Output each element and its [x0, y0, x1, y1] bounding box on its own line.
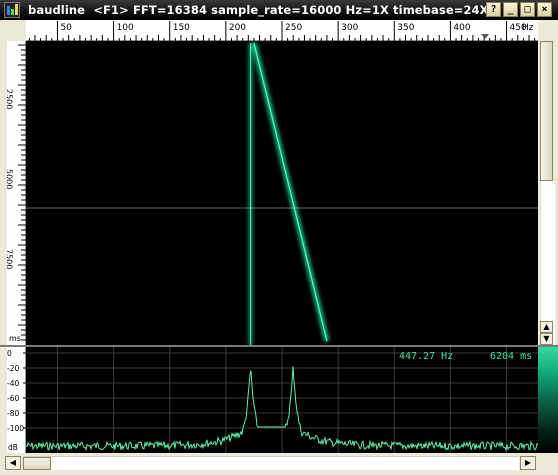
- db-unit-label: dB: [8, 443, 18, 452]
- scroll-left-arrow-icon[interactable]: ◀: [5, 456, 21, 470]
- frequency-ruler[interactable]: 50 100 150 200 250 300 350 400 450 Hz: [26, 20, 538, 41]
- color-aperture-bar[interactable]: [538, 347, 558, 453]
- db-tick-label: 0: [7, 349, 12, 358]
- time-ruler-graphic: 2500 5000 7500 ms: [7, 44, 26, 343]
- time-readout: 6204 ms: [490, 351, 533, 362]
- ruler-corner: [0, 20, 26, 41]
- db-tick-label: -80: [7, 409, 19, 418]
- db-tick-label: -40: [7, 379, 19, 388]
- maximize-button[interactable]: □: [520, 2, 535, 17]
- spectrogram-traces: [249, 42, 330, 345]
- db-tick-label: -60: [7, 394, 19, 403]
- frequency-readout: 447.27 Hz: [399, 351, 454, 362]
- horizontal-scroll-thumb[interactable]: [23, 457, 51, 470]
- scroll-up-arrow-icon[interactable]: ▲: [540, 321, 553, 333]
- spectrum-graphic: [26, 347, 538, 453]
- frequency-unit-label: Hz: [522, 23, 534, 33]
- left-gutter: [0, 41, 7, 345]
- db-tick-label: -20: [7, 364, 19, 373]
- app-logo-icon[interactable]: [4, 2, 20, 18]
- horizontal-scrollbar[interactable]: ◀ ▶: [0, 453, 558, 475]
- spectrogram-display[interactable]: [26, 41, 538, 345]
- window-title-info: <F1> FFT=16384 sample_rate=16000 Hz=1X t…: [93, 3, 489, 17]
- scroll-down-arrow-icon[interactable]: ▼: [540, 333, 553, 345]
- spectrum-display[interactable]: [26, 347, 538, 453]
- frequency-tick-label: 350: [397, 23, 414, 33]
- db-ruler-graphic: 0 -20 -40 -60 -80 -100 dB: [7, 349, 26, 452]
- title-bar[interactable]: baudline <F1> FFT=16384 sample_rate=1600…: [0, 0, 558, 20]
- frequency-ruler-graphic: 50 100 150 200 250 300 350 400 450Hz: [28, 21, 536, 41]
- time-tick-label: 5000: [7, 169, 14, 189]
- time-tick-label: 7500: [7, 249, 14, 269]
- db-tick-label: -100: [7, 424, 24, 433]
- frequency-tick-label: 50: [60, 23, 72, 33]
- spectrum-gutter: [0, 347, 7, 453]
- frequency-cursor-icon: [481, 34, 489, 39]
- window-title-app: baudline: [28, 3, 86, 17]
- sweep-tone-core: [253, 42, 328, 342]
- time-tick-label: 2500: [7, 89, 14, 109]
- frequency-tick-label: 250: [285, 23, 302, 33]
- minimize-button[interactable]: _: [503, 2, 518, 17]
- window-title: baudline <F1> FFT=16384 sample_rate=1600…: [28, 3, 489, 17]
- db-ruler: 0 -20 -40 -60 -80 -100 dB: [7, 347, 26, 453]
- scroll-right-arrow-icon[interactable]: ▶: [520, 456, 536, 470]
- help-button[interactable]: ?: [486, 2, 501, 17]
- frequency-tick-label: 150: [173, 23, 190, 33]
- frequency-tick-label: 100: [117, 23, 134, 33]
- frequency-tick-label: 400: [453, 23, 470, 33]
- spectrogram-graphic: [26, 42, 538, 345]
- horizontal-scroll-track[interactable]: [23, 456, 519, 470]
- time-unit-label: ms: [9, 334, 21, 343]
- baudline-window: baudline <F1> FFT=16384 sample_rate=1600…: [0, 0, 558, 475]
- vertical-scrollbar[interactable]: ▲ ▼: [538, 41, 558, 356]
- frequency-tick-label: 200: [229, 23, 246, 33]
- time-ruler[interactable]: 2500 5000 7500 ms: [7, 41, 26, 345]
- frequency-tick-label: 300: [341, 23, 358, 33]
- close-button[interactable]: ×: [537, 2, 552, 17]
- ruler-corner-right: [538, 20, 558, 41]
- vertical-scroll-thumb[interactable]: [540, 41, 553, 181]
